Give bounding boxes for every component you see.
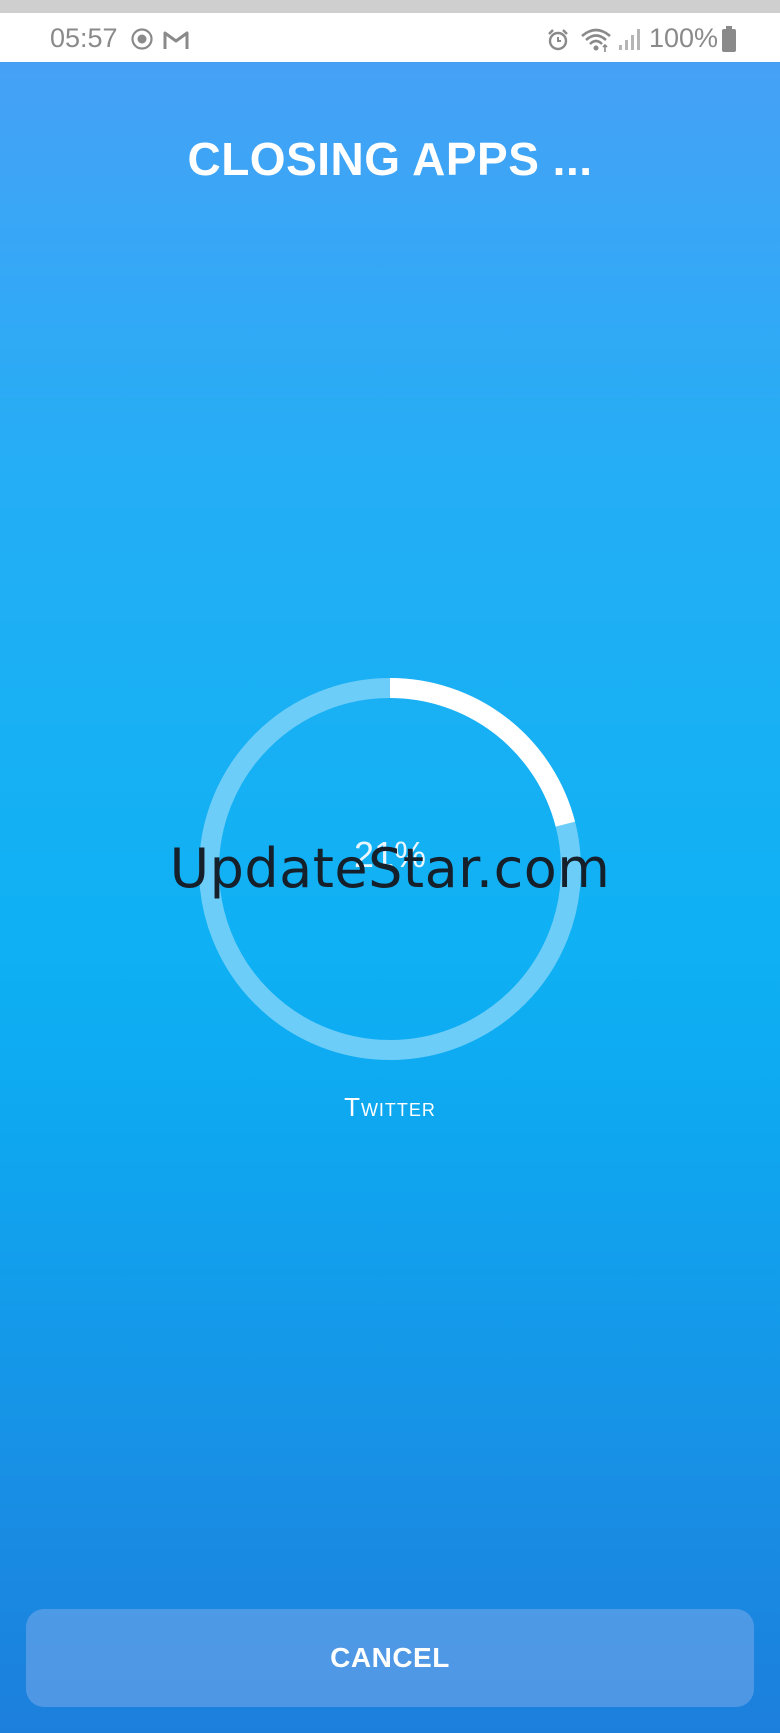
gmail-icon (163, 31, 189, 49)
page-title: CLOSING APPS ... (187, 133, 593, 185)
watermark: UpdateStar.com (169, 837, 611, 900)
battery-icon (722, 26, 736, 52)
signal-icon (619, 29, 640, 50)
status-time: 05:57 (50, 23, 118, 53)
battery-percentage: 100% (649, 23, 719, 53)
status-bar: 05:57 100% (0, 13, 780, 62)
current-app-name: Twitter (344, 1092, 436, 1122)
whatsapp-icon (131, 28, 153, 50)
wifi-icon (581, 28, 611, 52)
main-panel: CLOSING APPS ... 21% UpdateStar.com Twit… (0, 62, 780, 1733)
top-strip (0, 0, 780, 13)
alarm-icon (548, 29, 568, 51)
cancel-button[interactable]: CANCEL (26, 1609, 754, 1707)
screen: 05:57 100% CLOSING APPS ... 21% UpdateSt… (0, 0, 780, 1733)
